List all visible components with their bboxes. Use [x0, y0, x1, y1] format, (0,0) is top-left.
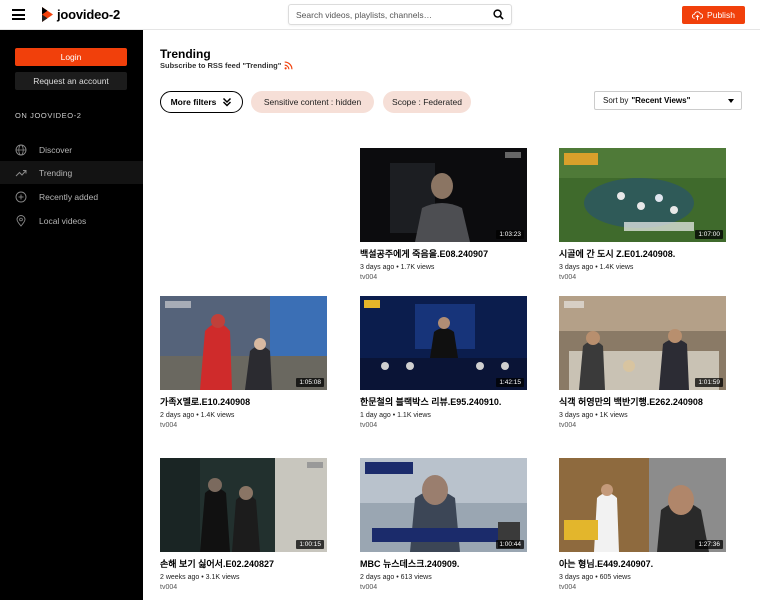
video-card[interactable]: 1:07:00 시골에 간 도시 Z.E01.240908. 3 days ag…	[559, 148, 726, 281]
video-duration: 1:00:44	[496, 540, 524, 549]
sidebar-item-local-videos[interactable]: Local videos	[0, 209, 143, 232]
more-filters-label: More filters	[170, 97, 217, 107]
video-thumbnail[interactable]: 1:03:23	[360, 148, 527, 242]
request-account-button[interactable]: Request an account	[15, 72, 127, 90]
search-icon[interactable]	[493, 9, 504, 20]
video-meta: 3 days ago • 1K views	[559, 412, 628, 419]
sidebar-item-label: Local videos	[39, 215, 87, 226]
plus-circle-icon	[15, 191, 27, 202]
video-card[interactable]: 1:00:44 MBC 뉴스데스크.240909. 2 days ago • 6…	[360, 458, 527, 591]
globe-icon	[15, 144, 27, 155]
search-input[interactable]	[296, 5, 486, 25]
video-card[interactable]: 1:03:23 백설공주에게 죽음을.E08.240907 3 days ago…	[360, 148, 527, 281]
sidebar-item-discover[interactable]: Discover	[0, 138, 143, 161]
video-channel[interactable]: tv004	[360, 274, 527, 281]
rss-label: Subscribe to RSS feed "Trending"	[160, 61, 282, 70]
video-meta: 2 days ago • 613 views	[360, 574, 432, 581]
video-title[interactable]: 시골에 간 도시 Z.E01.240908.	[559, 248, 726, 261]
video-thumbnail[interactable]: 1:42:15	[360, 296, 527, 390]
video-channel[interactable]: tv004	[160, 584, 327, 591]
scope-filter-chip[interactable]: Scope : Federated	[383, 91, 471, 113]
sort-prefix: Sort by	[603, 96, 629, 105]
video-meta: 3 days ago • 605 views	[559, 574, 631, 581]
sidebar-item-trending[interactable]: Trending	[0, 161, 143, 184]
video-card[interactable]: 1:42:15 한문철의 블랙박스 리뷰.E95.240910. 1 day a…	[360, 296, 527, 429]
brand-logo[interactable]: joovideo-2	[40, 6, 120, 23]
thumbnail-image	[559, 458, 726, 552]
top-header: joovideo-2 Publish	[0, 0, 760, 30]
rss-icon	[284, 61, 293, 70]
video-channel[interactable]: tv004	[360, 422, 527, 429]
video-card[interactable]: 1:05:08 가족X멜로.E10.240908 2 days ago • 1.…	[160, 296, 327, 429]
video-title[interactable]: MBC 뉴스데스크.240909.	[360, 558, 527, 571]
video-thumbnail[interactable]: 1:27:36	[559, 458, 726, 552]
thumbnail-image	[559, 148, 726, 242]
video-thumbnail[interactable]: 1:00:44	[360, 458, 527, 552]
video-title[interactable]: 손해 보기 싫어서.E02.240827	[160, 558, 327, 571]
thumbnail-image	[360, 458, 527, 552]
sort-select[interactable]: Sort by "Recent Views"	[594, 91, 742, 110]
brand-name: joovideo-2	[57, 7, 121, 22]
video-channel[interactable]: tv004	[160, 422, 327, 429]
double-chevron-down-icon	[223, 97, 232, 107]
sidebar-item-recently-added[interactable]: Recently added	[0, 185, 143, 208]
sidebar-item-label: Recently added	[39, 191, 99, 202]
video-thumbnail[interactable]: 1:01:59	[559, 296, 726, 390]
sort-value: "Recent Views"	[631, 96, 691, 105]
video-card[interactable]: 1:27:36 아는 형님.E449.240907. 3 days ago • …	[559, 458, 726, 591]
search-box[interactable]	[288, 4, 512, 25]
video-duration: 1:27:36	[695, 540, 723, 549]
video-title[interactable]: 아는 형님.E449.240907.	[559, 558, 726, 571]
login-button[interactable]: Login	[15, 48, 127, 66]
logo-icon	[42, 7, 53, 22]
publish-button[interactable]: Publish	[682, 6, 745, 24]
sensitive-content-filter-chip[interactable]: Sensitive content : hidden	[251, 91, 374, 113]
video-duration: 1:00:15	[296, 540, 324, 549]
video-duration: 1:42:15	[496, 378, 524, 387]
video-card[interactable]: 1:00:15 손해 보기 싫어서.E02.240827 2 weeks ago…	[160, 458, 327, 591]
location-icon	[16, 214, 26, 227]
video-channel[interactable]: tv004	[559, 422, 726, 429]
video-title[interactable]: 백설공주에게 죽음을.E08.240907	[360, 248, 527, 261]
video-title[interactable]: 식객 허영만의 백반기행.E262.240908	[559, 396, 726, 409]
video-thumbnail[interactable]: 1:05:08	[160, 296, 327, 390]
publish-label: Publish	[707, 10, 735, 20]
upload-cloud-icon	[692, 10, 704, 20]
hamburger-menu-icon[interactable]	[12, 9, 25, 20]
rss-subscribe-link[interactable]: Subscribe to RSS feed "Trending"	[160, 61, 293, 70]
video-card[interactable]: 1:01:59 식객 허영만의 백반기행.E262.240908 3 days …	[559, 296, 726, 429]
video-channel[interactable]: tv004	[559, 584, 726, 591]
video-duration: 1:01:59	[695, 378, 723, 387]
video-duration: 1:05:08	[296, 378, 324, 387]
more-filters-button[interactable]: More filters	[160, 91, 243, 113]
video-meta: 1 day ago • 1.1K views	[360, 412, 431, 419]
thumbnail-image	[360, 148, 527, 242]
video-meta: 2 weeks ago • 3.1K views	[160, 574, 240, 581]
sidebar: Login Request an account ON JOOVIDEO-2 D…	[0, 30, 143, 600]
video-duration: 1:07:00	[695, 230, 723, 239]
video-title[interactable]: 한문철의 블랙박스 리뷰.E95.240910.	[360, 396, 527, 409]
trending-icon	[15, 169, 27, 176]
sidebar-item-label: Discover	[39, 144, 73, 155]
thumbnail-image	[160, 296, 327, 390]
thumbnail-image	[360, 296, 527, 390]
video-meta: 3 days ago • 1.7K views	[360, 264, 435, 271]
video-channel[interactable]: tv004	[360, 584, 527, 591]
thumbnail-image	[559, 296, 726, 390]
video-title[interactable]: 가족X멜로.E10.240908	[160, 396, 327, 409]
video-duration: 1:03:23	[496, 230, 524, 239]
page-title: Trending	[160, 47, 211, 61]
video-meta: 2 days ago • 1.4K views	[160, 412, 235, 419]
main-content: Trending Subscribe to RSS feed "Trending…	[143, 30, 760, 600]
thumbnail-image	[160, 458, 327, 552]
video-meta: 3 days ago • 1.4K views	[559, 264, 634, 271]
video-thumbnail[interactable]: 1:00:15	[160, 458, 327, 552]
sidebar-item-label: Trending	[39, 167, 73, 178]
caret-down-icon	[728, 99, 734, 103]
sidebar-section-title: ON JOOVIDEO-2	[15, 111, 82, 120]
video-channel[interactable]: tv004	[559, 274, 726, 281]
video-thumbnail[interactable]: 1:07:00	[559, 148, 726, 242]
